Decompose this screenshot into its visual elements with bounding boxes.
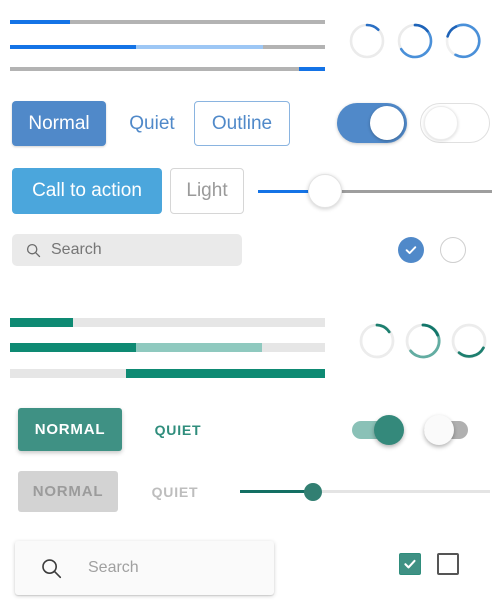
slider-fill (240, 490, 312, 493)
check-icon (405, 246, 417, 255)
check-icon (404, 559, 416, 569)
progress-bar-buffered (10, 45, 325, 49)
square-checkbox-unchecked[interactable] (437, 553, 459, 575)
material-normal-button-disabled: NORMAL (18, 471, 118, 512)
switch-knob (424, 106, 458, 140)
material-search-field[interactable]: Search (15, 541, 274, 595)
slider[interactable] (258, 174, 492, 210)
search-icon (41, 558, 62, 579)
material-spinner-medium-arc (404, 322, 442, 360)
progress-bar-fill (126, 369, 325, 378)
material-slider[interactable] (240, 482, 490, 502)
slider-thumb[interactable] (308, 174, 342, 208)
spinner-large-arc (444, 22, 482, 60)
search-field[interactable]: Search (12, 234, 242, 266)
quiet-button[interactable]: Quiet (118, 101, 186, 146)
switch-knob (374, 415, 404, 445)
switch-knob (424, 415, 454, 445)
material-switch-on[interactable] (352, 415, 404, 445)
search-placeholder: Search (88, 559, 139, 576)
progress-bar-determinate (10, 20, 325, 24)
spinner-small-arc (348, 22, 386, 60)
material-progress-bar-right-aligned (10, 369, 325, 378)
material-spinner-large-arc (450, 322, 488, 360)
call-to-action-button[interactable]: Call to action (12, 168, 162, 214)
material-quiet-button[interactable]: QUIET (140, 408, 216, 451)
material-progress-bar-determinate (10, 318, 325, 327)
switch-off[interactable] (420, 103, 490, 143)
circle-checkbox-checked[interactable] (398, 237, 424, 263)
material-switch-off[interactable] (424, 415, 476, 445)
material-quiet-button-disabled: QUIET (138, 471, 212, 512)
progress-bar-fill (10, 45, 136, 49)
switch-on[interactable] (337, 103, 407, 143)
progress-bar-fill (10, 20, 70, 24)
circle-checkbox-unchecked[interactable] (440, 237, 466, 263)
component-showcase: Normal Quiet Outline Call to action Ligh… (0, 0, 500, 613)
switch-knob (370, 106, 404, 140)
progress-bar-fill (10, 318, 73, 327)
progress-bar-fill (299, 67, 325, 71)
material-progress-bar-buffered (10, 343, 325, 352)
progress-bar-fill (10, 343, 136, 352)
material-spinner-small-arc (358, 322, 396, 360)
progress-bar-right-aligned (10, 67, 325, 71)
search-icon (26, 243, 41, 258)
material-normal-button[interactable]: NORMAL (18, 408, 122, 451)
square-checkbox-checked[interactable] (399, 553, 421, 575)
outline-button[interactable]: Outline (194, 101, 290, 146)
slider-thumb[interactable] (304, 483, 322, 501)
light-button[interactable]: Light (170, 168, 244, 214)
spinner-medium-arc (396, 22, 434, 60)
search-placeholder: Search (51, 241, 102, 258)
normal-button[interactable]: Normal (12, 101, 106, 146)
